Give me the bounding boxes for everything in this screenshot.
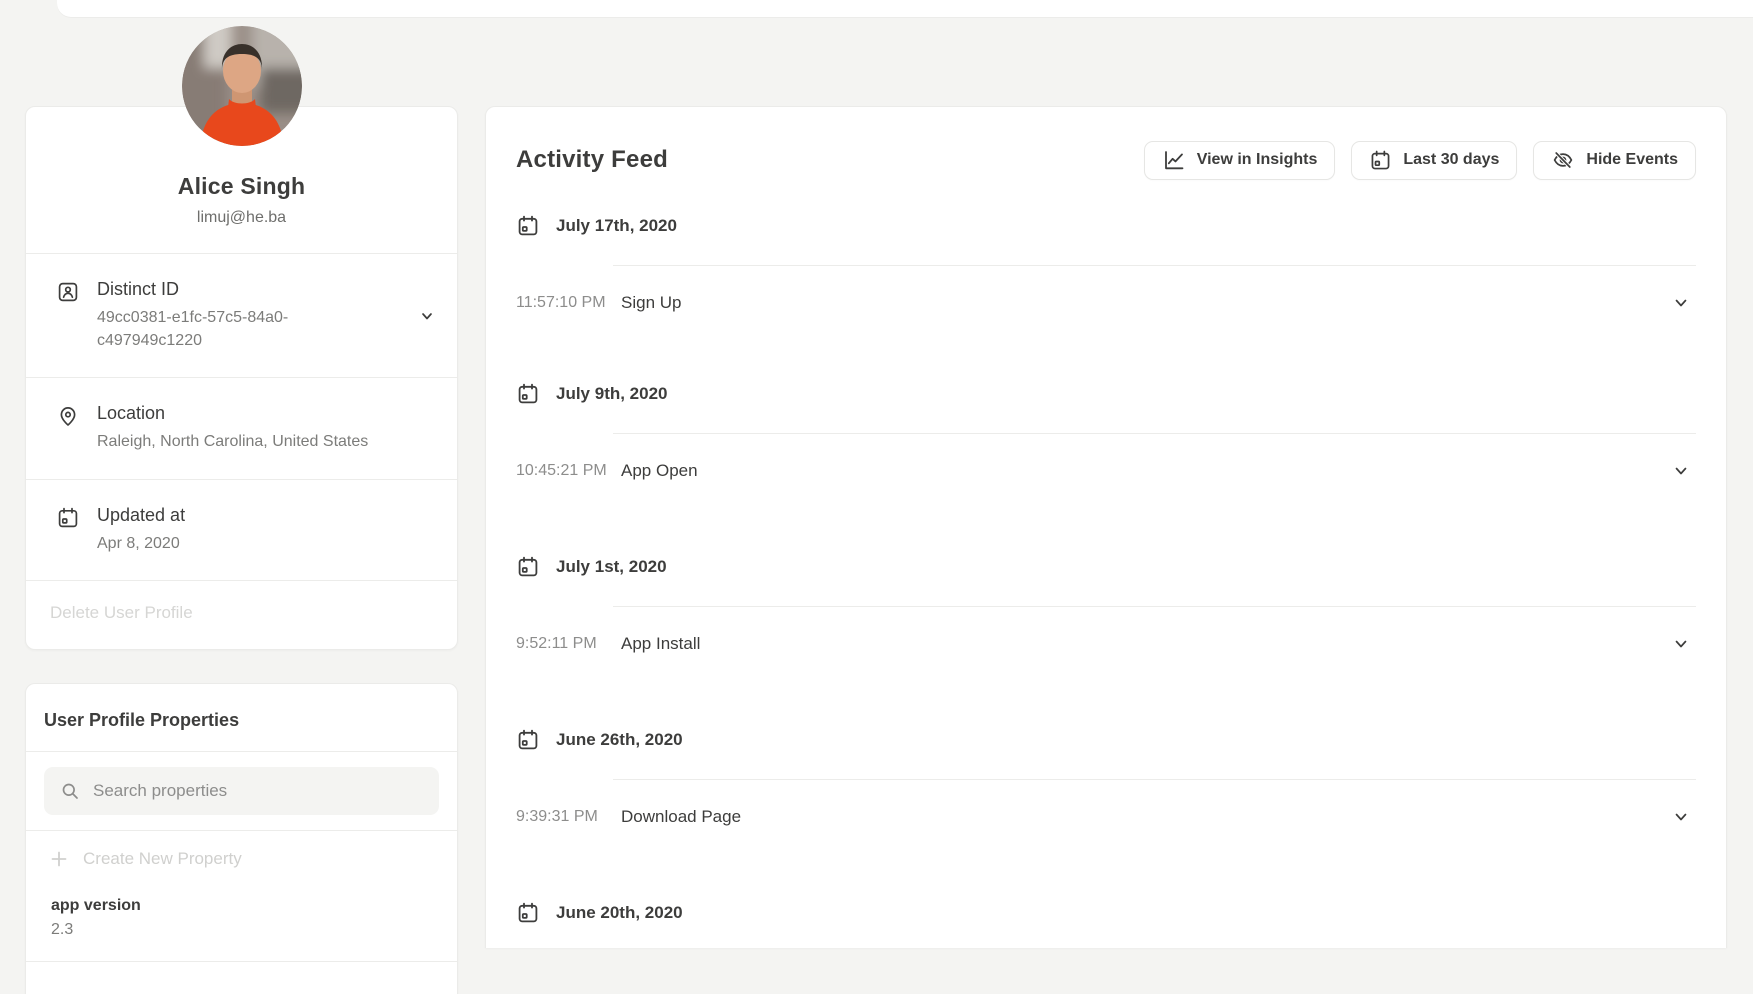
date-label: July 17th, 2020 xyxy=(556,216,677,236)
calendar-icon xyxy=(1369,149,1392,172)
property-item[interactable]: app version 2.3 xyxy=(26,887,457,962)
id-badge-icon xyxy=(56,280,80,304)
divider xyxy=(613,433,1696,434)
user-profile-properties-card: User Profile Properties Create New Prope… xyxy=(25,683,458,994)
spacer xyxy=(516,494,1696,554)
property-value: 2.3 xyxy=(51,921,439,939)
divider xyxy=(613,606,1696,607)
event-time: 11:57:10 PM xyxy=(516,294,621,312)
event-name: App Install xyxy=(621,634,1672,654)
hide-events-button[interactable]: Hide Events xyxy=(1533,141,1696,180)
updated-at-row: Updated at Apr 8, 2020 xyxy=(26,479,457,580)
profile-name: Alice Singh xyxy=(46,173,437,200)
event-group: July 17th, 2020 11:57:10 PM Sign Up xyxy=(516,213,1696,381)
property-name: app version xyxy=(51,897,439,915)
search-properties-box[interactable] xyxy=(44,767,439,815)
calendar-icon xyxy=(516,728,540,752)
location-text: Location Raleigh, North Carolina, United… xyxy=(97,403,368,453)
event-row[interactable]: 9:52:11 PM App Install xyxy=(516,621,1696,667)
calendar-icon xyxy=(56,506,80,530)
date-label: July 9th, 2020 xyxy=(556,384,668,404)
event-row[interactable]: 9:39:31 PM Download Page xyxy=(516,794,1696,840)
calendar-icon xyxy=(516,555,540,579)
event-group: June 20th, 2020 xyxy=(516,900,1696,948)
search-icon xyxy=(60,781,80,801)
search-properties-input[interactable] xyxy=(93,781,423,801)
avatar xyxy=(182,26,302,146)
event-name: Sign Up xyxy=(621,293,1672,313)
insights-chart-icon xyxy=(1162,148,1186,172)
create-new-property-button[interactable]: Create New Property xyxy=(26,830,457,887)
eye-off-icon xyxy=(1551,148,1575,172)
event-row[interactable]: 10:45:21 PM App Open xyxy=(516,448,1696,494)
spacer xyxy=(516,840,1696,900)
delete-user-profile-button[interactable]: Delete User Profile xyxy=(26,580,457,649)
event-row[interactable]: 11:57:10 PM Sign Up xyxy=(516,280,1696,326)
date-heading: June 26th, 2020 xyxy=(516,727,1696,753)
view-in-insights-label: View in Insights xyxy=(1197,151,1318,169)
activity-feed-title: Activity Feed xyxy=(516,146,668,174)
date-heading: June 20th, 2020 xyxy=(516,900,1696,926)
avatar-image xyxy=(182,26,302,146)
chevron-down-icon[interactable] xyxy=(1672,635,1690,653)
location-pin-icon xyxy=(56,404,80,428)
chevron-down-icon[interactable] xyxy=(1672,808,1690,826)
create-new-property-label: Create New Property xyxy=(83,849,242,869)
date-range-label: Last 30 days xyxy=(1403,151,1499,169)
event-group: July 1st, 2020 9:52:11 PM App Install xyxy=(516,554,1696,727)
activity-feed-header: Activity Feed View in Insights Last 30 d… xyxy=(516,107,1696,183)
event-time: 9:52:11 PM xyxy=(516,635,621,653)
location-row: Location Raleigh, North Carolina, United… xyxy=(26,377,457,478)
event-group: June 26th, 2020 9:39:31 PM Download Page xyxy=(516,727,1696,900)
event-name: Download Page xyxy=(621,807,1672,827)
updated-at-label: Updated at xyxy=(97,505,185,526)
profile-card: Alice Singh limuj@he.ba Distinct ID 49cc… xyxy=(25,106,458,650)
feed-toolbar: View in Insights Last 30 days Hi xyxy=(1144,141,1696,180)
calendar-icon xyxy=(516,382,540,406)
calendar-icon xyxy=(516,901,540,925)
chevron-down-icon[interactable] xyxy=(1672,462,1690,480)
date-heading: July 1st, 2020 xyxy=(516,554,1696,580)
updated-at-value: Apr 8, 2020 xyxy=(97,532,185,555)
calendar-icon xyxy=(516,214,540,238)
date-label: June 20th, 2020 xyxy=(556,903,683,923)
location-value: Raleigh, North Carolina, United States xyxy=(97,430,368,453)
profile-email: limuj@he.ba xyxy=(46,209,437,227)
distinct-id-text: Distinct ID 49cc0381-e1fc-57c5-84a0-c497… xyxy=(97,279,312,352)
chevron-down-icon[interactable] xyxy=(1672,294,1690,312)
properties-search-section xyxy=(26,751,457,830)
date-heading: July 17th, 2020 xyxy=(516,213,1696,239)
distinct-id-label: Distinct ID xyxy=(97,279,312,300)
date-label: June 26th, 2020 xyxy=(556,730,683,750)
event-time: 10:45:21 PM xyxy=(516,462,621,480)
distinct-id-row[interactable]: Distinct ID 49cc0381-e1fc-57c5-84a0-c497… xyxy=(26,253,457,377)
date-range-button[interactable]: Last 30 days xyxy=(1351,141,1517,180)
spacer xyxy=(516,667,1696,727)
activity-feed-card: Activity Feed View in Insights Last 30 d… xyxy=(485,106,1727,948)
chevron-down-icon[interactable] xyxy=(419,308,435,324)
divider xyxy=(613,265,1696,266)
hide-events-label: Hide Events xyxy=(1586,151,1678,169)
event-group: July 9th, 2020 10:45:21 PM App Open xyxy=(516,381,1696,554)
event-name: App Open xyxy=(621,461,1672,481)
plus-icon xyxy=(50,850,68,868)
distinct-id-value: 49cc0381-e1fc-57c5-84a0-c497949c1220 xyxy=(97,306,312,352)
location-label: Location xyxy=(97,403,368,424)
updated-at-text: Updated at Apr 8, 2020 xyxy=(97,505,185,555)
activity-feed-body: July 17th, 2020 11:57:10 PM Sign Up July… xyxy=(516,213,1696,948)
properties-title: User Profile Properties xyxy=(26,684,457,751)
user-profile-sidebar: Alice Singh limuj@he.ba Distinct ID 49cc… xyxy=(25,0,458,994)
event-time: 9:39:31 PM xyxy=(516,808,621,826)
spacer xyxy=(516,326,1696,381)
date-label: July 1st, 2020 xyxy=(556,557,667,577)
view-in-insights-button[interactable]: View in Insights xyxy=(1144,141,1336,180)
date-heading: July 9th, 2020 xyxy=(516,381,1696,407)
divider xyxy=(613,779,1696,780)
